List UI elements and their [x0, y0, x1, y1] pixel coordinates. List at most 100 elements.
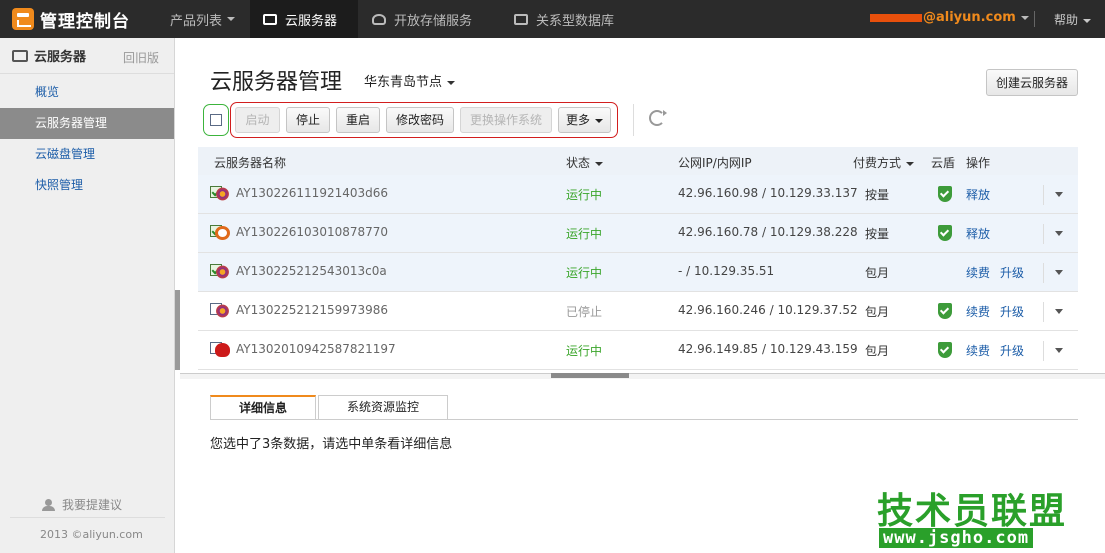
nav-label: 开放存储服务: [394, 13, 473, 29]
region-selector[interactable]: 华东青岛节点: [364, 71, 456, 90]
divider: [1043, 185, 1044, 205]
sidebar-item-disk-management[interactable]: 云磁盘管理: [0, 139, 174, 170]
chevron-down-icon: [227, 17, 236, 21]
stop-button[interactable]: 停止: [286, 107, 330, 133]
upgrade-link[interactable]: 升级: [1000, 264, 1024, 281]
sidebar-item-snapshot-management[interactable]: 快照管理: [0, 170, 174, 201]
os-redhat-icon: [215, 343, 230, 357]
chevron-down-icon: [1020, 15, 1029, 20]
logo-text: 管理控制台: [40, 11, 130, 32]
table-header: 云服务器名称 状态 公网IP/内网IP 付费方式 云盾 操作: [198, 147, 1078, 175]
billing-type: 按量: [865, 227, 890, 241]
renew-link[interactable]: 续费: [966, 342, 990, 359]
table-row[interactable]: AY130226103010878770 运行中 42.96.160.78 / …: [198, 214, 1078, 253]
more-dropdown-button[interactable]: 更多: [558, 107, 611, 133]
instance-name[interactable]: AY130226103010878770: [236, 225, 388, 239]
detail-message: 您选中了3条数据，请选中单条看详细信息: [210, 437, 453, 452]
instance-name[interactable]: AY130225212543013c0a: [236, 264, 387, 278]
ip-address: 42.96.149.85 / 10.129.43.159: [678, 342, 858, 356]
chevron-down-icon: [1083, 18, 1092, 23]
region-label: 华东青岛节点: [364, 75, 443, 90]
column-header-status[interactable]: 状态: [566, 154, 604, 171]
user-account-menu[interactable]: @aliyun.com: [870, 10, 1029, 25]
status-badge: 运行中: [566, 266, 603, 280]
nav-label: 产品列表: [170, 13, 223, 29]
column-header-billing[interactable]: 付费方式: [853, 154, 915, 171]
change-os-button[interactable]: 更换操作系统: [460, 107, 552, 133]
chevron-down-icon: [447, 80, 456, 85]
billing-type: 包月: [865, 305, 890, 319]
refresh-icon[interactable]: [649, 110, 667, 126]
shield-icon: [938, 342, 952, 358]
more-label: 更多: [565, 113, 590, 127]
help-menu[interactable]: 帮助: [1054, 11, 1092, 28]
table-row[interactable]: AY130225212159973986 已停止 42.96.160.246 /…: [198, 292, 1078, 331]
sidebar-item-overview[interactable]: 概览: [0, 77, 174, 108]
nav-oss[interactable]: 开放存储服务: [372, 0, 497, 38]
old-version-link[interactable]: 回旧版: [123, 49, 159, 66]
restart-button[interactable]: 重启: [336, 107, 380, 133]
database-icon: [514, 13, 528, 25]
row-menu-icon[interactable]: [1055, 348, 1063, 353]
user-icon: [42, 498, 56, 511]
divider: [1034, 11, 1035, 27]
row-menu-icon[interactable]: [1055, 270, 1063, 275]
status-badge: 运行中: [566, 188, 603, 202]
feedback-link[interactable]: 我要提建议: [42, 496, 122, 513]
page-title: 云服务器管理: [210, 70, 343, 95]
masked-username: [870, 13, 922, 22]
change-password-button[interactable]: 修改密码: [386, 107, 454, 133]
upgrade-link[interactable]: 升级: [1000, 303, 1024, 320]
ip-address: 42.96.160.246 / 10.129.37.52: [678, 303, 858, 317]
shield-icon: [938, 186, 952, 202]
help-label: 帮助: [1054, 13, 1079, 27]
table-row[interactable]: AY130225212543013c0a 运行中 - / 10.129.35.5…: [198, 253, 1078, 292]
billing-type: 按量: [865, 188, 890, 202]
nav-cloud-server[interactable]: 云服务器: [250, 0, 358, 38]
sidebar-header: 云服务器 回旧版: [0, 38, 174, 74]
row-menu-icon[interactable]: [1055, 192, 1063, 197]
os-linux-icon: [215, 187, 230, 201]
shield-icon: [938, 225, 952, 241]
renew-link[interactable]: 续费: [966, 264, 990, 281]
column-header-shield: 云盾: [931, 156, 956, 170]
start-button[interactable]: 启动: [235, 107, 280, 133]
renew-link[interactable]: 续费: [966, 303, 990, 320]
os-linux-icon: [215, 265, 230, 279]
nav-label: 关系型数据库: [536, 13, 615, 29]
copyright: 2013 ©aliyun.com: [40, 528, 143, 541]
sidebar-item-server-management[interactable]: 云服务器管理: [0, 108, 174, 139]
tab-details[interactable]: 详细信息: [210, 395, 316, 420]
release-link[interactable]: 释放: [966, 225, 990, 242]
nav-rds[interactable]: 关系型数据库: [514, 0, 634, 38]
shield-icon: [938, 303, 952, 319]
select-all-checkbox[interactable]: [210, 114, 222, 126]
instance-name[interactable]: AY130225212159973986: [236, 303, 388, 317]
divider: [1043, 341, 1044, 361]
create-server-button[interactable]: 创建云服务器: [986, 69, 1078, 96]
watermark-url: www.jsgho.com: [879, 528, 1034, 548]
billing-header-label: 付费方式: [853, 156, 902, 170]
console-logo[interactable]: 管理控制台: [12, 7, 130, 32]
instance-name[interactable]: AY130226111921403d66: [236, 186, 388, 200]
tab-resource-monitor[interactable]: 系统资源监控: [318, 395, 448, 420]
instance-name[interactable]: AY130201094258782119​7: [236, 342, 396, 356]
status-badge: 运行中: [566, 227, 603, 241]
divider: [1043, 224, 1044, 244]
splitter-handle[interactable]: [551, 373, 629, 378]
sidebar: 云服务器 回旧版 概览 云服务器管理 云磁盘管理 快照管理 我要提建议 2013…: [0, 38, 175, 553]
panel-splitter[interactable]: [180, 373, 1105, 379]
aliyun-logo-icon: [12, 8, 34, 30]
upgrade-link[interactable]: 升级: [1000, 342, 1024, 359]
row-menu-icon[interactable]: [1055, 309, 1063, 314]
table-row[interactable]: AY130201094258782119​7 运行中 42.96.149.85 …: [198, 331, 1078, 370]
divider: [10, 517, 165, 518]
nav-product-list[interactable]: 产品列表: [158, 0, 248, 38]
ip-address: - / 10.129.35.51: [678, 264, 775, 278]
release-link[interactable]: 释放: [966, 186, 990, 203]
row-menu-icon[interactable]: [1055, 231, 1063, 236]
top-navigation-bar: 管理控制台 产品列表 云服务器 开放存储服务 关系型数据库 @aliyun.co…: [0, 0, 1105, 38]
feedback-label: 我要提建议: [62, 498, 123, 512]
billing-type: 包月: [865, 266, 890, 280]
table-row[interactable]: AY130226111921403d66 运行中 42.96.160.98 / …: [198, 175, 1078, 214]
